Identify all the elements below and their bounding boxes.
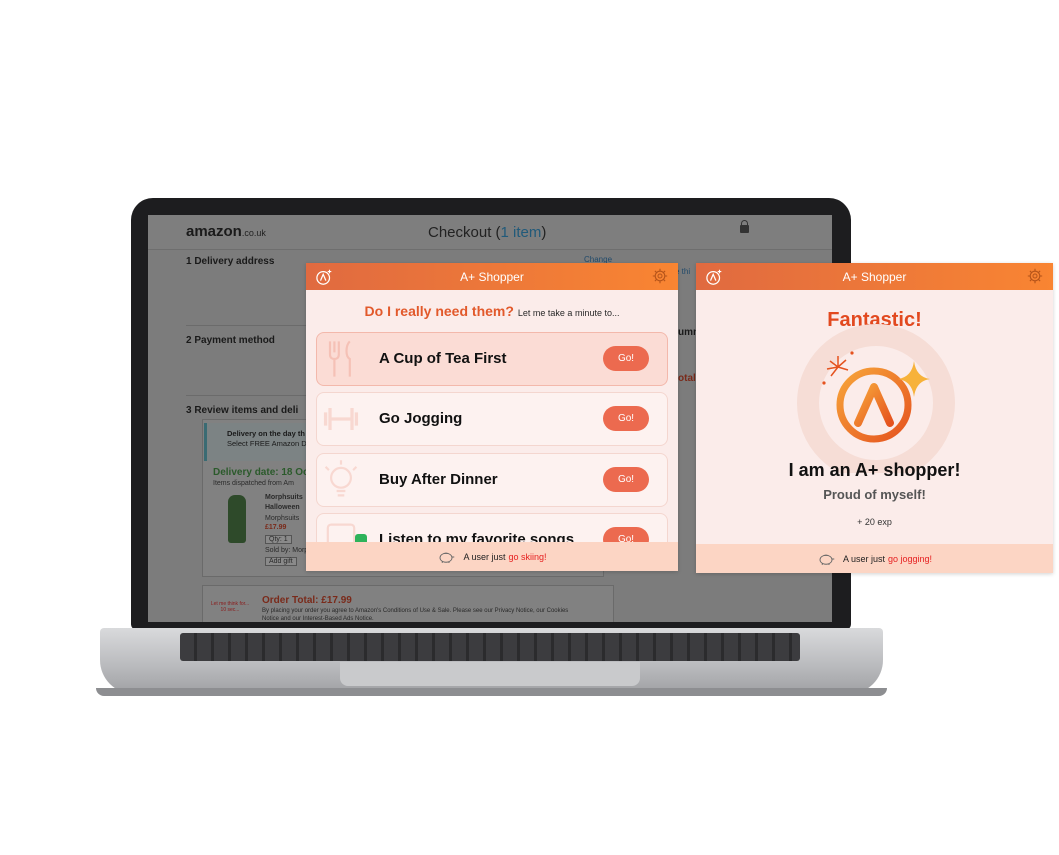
item-count[interactable]: 1 item [501, 224, 542, 241]
option-label: Buy After Dinner [379, 471, 498, 488]
sold-by: Sold by: Morp [265, 547, 309, 554]
legal-text-line2: Notice and our Interest-Based Ads Notice… [262, 616, 374, 622]
gear-icon[interactable] [652, 268, 668, 284]
prompt-heading: Do I really need them? Let me take a minu… [306, 303, 678, 321]
gear-icon[interactable] [1027, 268, 1043, 284]
success-statement: I am an A+ shopper! [788, 460, 961, 480]
product-image[interactable] [228, 495, 246, 543]
experience-gain: + 20 exp [857, 517, 892, 527]
laptop-base-lip [96, 688, 887, 696]
popup-title-bar: A+ Shopper [696, 263, 1053, 290]
legal-text: By placing your order you agree to Amazo… [262, 608, 569, 614]
amazon-logo[interactable]: amazon.co.uk [186, 223, 266, 240]
success-subtext: Proud of myself! [823, 487, 926, 502]
amazon-header: amazon.co.uk Checkout (1 item) [148, 215, 832, 250]
product-brand: Morphsuits [265, 515, 300, 522]
popup-title: A+ Shopper [460, 270, 524, 284]
go-button[interactable]: Go! [603, 346, 649, 371]
shopper-popup-choices: A+ Shopper Do I really need them? Let me … [306, 263, 678, 571]
step-payment-method: 2 Payment method [186, 335, 275, 346]
fork-knife-icon [328, 340, 351, 377]
prompt-question: Do I really need them? [364, 303, 514, 319]
option-card-jogging[interactable]: Go Jogging Go! [316, 392, 668, 446]
option-card-dinner[interactable]: Buy After Dinner Go! [316, 453, 668, 507]
go-button[interactable]: Go! [603, 467, 649, 492]
piggy-bank-icon [440, 552, 455, 563]
option-label: A Cup of Tea First [379, 350, 507, 367]
dispatched-text: Items dispatched from Am [213, 480, 294, 487]
quantity-select[interactable]: Qty: 1 [265, 535, 292, 544]
footer-prefix: A user just [463, 551, 506, 562]
go-button[interactable]: Go! [603, 406, 649, 431]
add-gift-button[interactable]: Add gift [265, 557, 297, 566]
footer-activity: go jogging! [887, 553, 933, 564]
activity-footer: A user just go skiing! [306, 542, 678, 571]
shopper-popup-success: A+ Shopper Fantastic! I am an A+ shopper… [696, 263, 1053, 573]
order-total: Order Total: £17.99 [262, 595, 352, 606]
product-name[interactable]: Morphsuits [265, 494, 303, 501]
product-price: £17.99 [265, 524, 287, 531]
let-me-think-button[interactable]: Let me think for... 10 sec... [208, 601, 252, 613]
piggy-bank-icon [819, 554, 835, 565]
footer-prefix: A user just [842, 553, 885, 564]
step-review-items: 3 Review items and deli [186, 405, 299, 416]
delivery-date: Delivery date: 18 Oc [213, 467, 309, 478]
prompt-subtext: Let me take a minute to... [517, 308, 620, 318]
activity-footer: A user just go jogging! [696, 544, 1053, 573]
footer-activity: go skiing! [508, 551, 547, 562]
lightbulb-icon [324, 460, 358, 497]
checkout-title: Checkout (1 item) [428, 224, 547, 241]
laptop-keyboard [180, 633, 800, 661]
step-delivery-address: 1 Delivery address [186, 256, 275, 267]
dumbbell-icon [323, 408, 359, 430]
product-name-line2[interactable]: Halloween [265, 504, 300, 511]
lock-icon [740, 220, 749, 233]
aplus-medal-icon [822, 351, 930, 443]
option-label: Go Jogging [379, 410, 463, 427]
popup-title-bar: A+ Shopper [306, 263, 678, 290]
option-card-tea[interactable]: A Cup of Tea First Go! [316, 332, 668, 386]
popup-title: A+ Shopper [842, 270, 907, 284]
laptop-touchpad [340, 662, 640, 686]
